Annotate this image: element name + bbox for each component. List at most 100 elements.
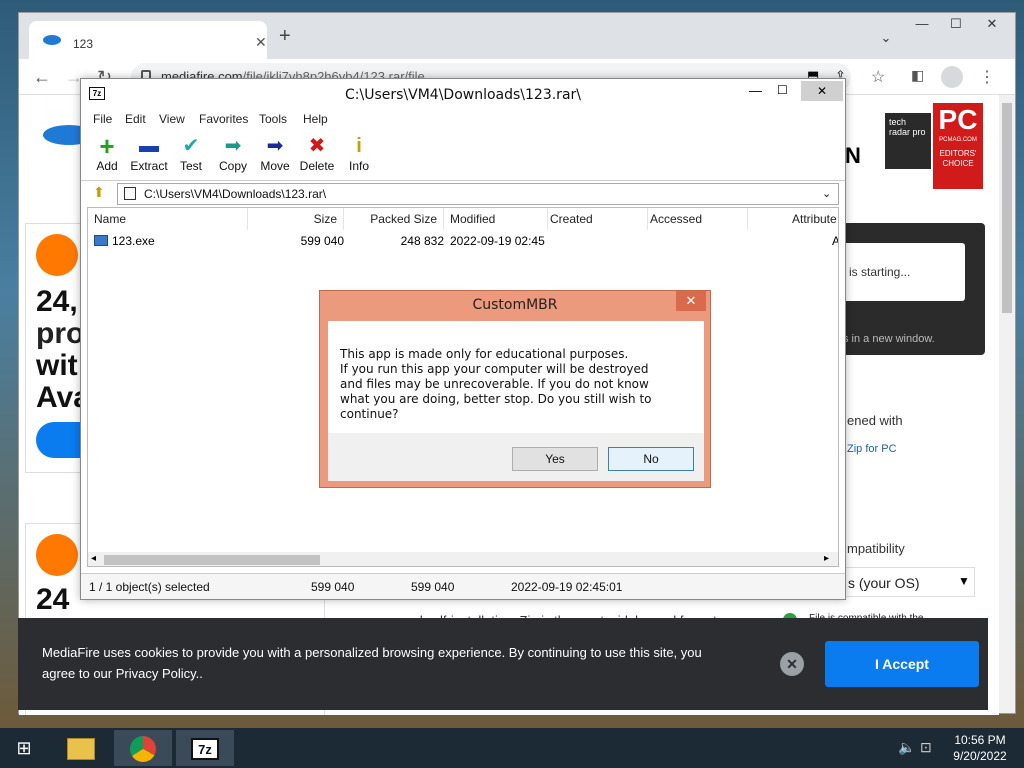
col-created[interactable]: Created: [550, 208, 648, 230]
page-scrollbar[interactable]: [999, 95, 1015, 713]
zip-for-pc-link[interactable]: Zip for PC: [847, 443, 897, 455]
sz-path-input[interactable]: C:\Users\VM4\Downloads\123.rar\ ⌄: [117, 183, 839, 205]
folder-up-icon[interactable]: ⬆: [93, 184, 105, 201]
dialog-button-bar: Yes No: [328, 433, 704, 481]
sz-maximize-button[interactable]: ☐: [777, 83, 788, 97]
tab-strip: 123 ✕ + ⌄ — ☐ ✕: [19, 13, 1015, 59]
status-size: 599 040: [311, 580, 355, 594]
chevron-down-icon: ▼: [958, 574, 970, 588]
col-modified[interactable]: Modified: [450, 208, 548, 230]
horizontal-scrollbar[interactable]: ◂ ▸: [88, 552, 838, 566]
ad-text-2: pro: [36, 317, 85, 350]
dialog-close-button[interactable]: ✕: [676, 291, 706, 311]
menu-favorites[interactable]: Favorites: [199, 112, 248, 126]
os-select-value: s (your OS): [848, 575, 920, 591]
col-packed-size[interactable]: Packed Size: [344, 208, 444, 230]
info-button[interactable]: i Info: [337, 133, 381, 173]
col-name[interactable]: Name: [94, 208, 248, 230]
new-tab-button[interactable]: +: [279, 25, 291, 48]
pcmag-badge: PC PCMAG.COM EDITORS' CHOICE: [933, 103, 983, 189]
dialog-message: This app is made only for educational pu…: [340, 347, 700, 422]
test-button[interactable]: ✔ Test: [169, 133, 213, 173]
add-icon: +: [99, 131, 115, 161]
profile-avatar-icon[interactable]: [941, 66, 963, 88]
exe-file-icon: [94, 235, 108, 246]
header-letter: N: [845, 143, 861, 168]
menu-edit[interactable]: Edit: [125, 112, 146, 126]
col-size[interactable]: Size: [248, 208, 344, 230]
yes-button[interactable]: Yes: [512, 447, 598, 471]
col-accessed[interactable]: Accessed: [650, 208, 748, 230]
editors-choice: EDITORS' CHOICE: [939, 149, 977, 168]
chevron-down-icon[interactable]: ⌄: [822, 184, 831, 204]
extract-button[interactable]: ▬ Extract: [127, 133, 171, 173]
start-windows-icon[interactable]: ⊞: [0, 730, 48, 766]
menu-file[interactable]: File: [93, 112, 112, 126]
maximize-button[interactable]: ☐: [939, 13, 973, 37]
move-button[interactable]: ➡ Move: [253, 133, 297, 173]
network-icon[interactable]: ⊡: [920, 739, 932, 756]
menu-view[interactable]: View: [159, 112, 185, 126]
clock-time: 10:56 PM: [954, 733, 1006, 747]
scroll-right-icon[interactable]: ▸: [824, 553, 829, 564]
minimize-button[interactable]: —: [905, 13, 939, 37]
dialog-body: This app is made only for educational pu…: [328, 321, 704, 481]
tab-search-icon[interactable]: ⌄: [869, 27, 903, 51]
starting-text: is starting...: [849, 265, 911, 279]
chrome-taskbar-icon[interactable]: [114, 730, 172, 766]
avast-logo-icon: [36, 234, 78, 276]
extract-icon: ▬: [139, 135, 159, 157]
copy-icon: ➡: [224, 135, 242, 157]
sevenzip-menubar: File Edit View Favorites Tools Help: [81, 109, 845, 129]
copy-button[interactable]: ➡ Copy: [211, 133, 255, 173]
scroll-left-icon[interactable]: ◂: [91, 553, 96, 564]
back-arrow-icon[interactable]: ←: [33, 67, 51, 88]
opened-with-text: ened with: [847, 413, 903, 428]
no-button[interactable]: No: [608, 447, 694, 471]
file-size: 599 040: [300, 234, 344, 248]
starting-panel: is starting...: [843, 243, 965, 301]
status-selected: 1 / 1 object(s) selected: [89, 580, 210, 594]
side-panel-icon[interactable]: ◧: [911, 67, 924, 84]
close-button[interactable]: ✕: [975, 13, 1009, 37]
menu-help[interactable]: Help: [303, 112, 328, 126]
file-attribute: A: [832, 234, 838, 248]
sevenzip-addressbar: ⬆ C:\Users\VM4\Downloads\123.rar\ ⌄: [87, 183, 839, 205]
sevenzip-taskbar-icon[interactable]: 7z: [176, 730, 234, 766]
scrollbar-thumb[interactable]: [1002, 103, 1012, 313]
message-line-4: what you are doing, better stop. Do you …: [340, 392, 652, 421]
cookie-close-icon[interactable]: ✕: [780, 652, 804, 676]
os-select[interactable]: s (your OS) ▼: [843, 567, 975, 597]
archive-icon: [124, 187, 136, 200]
menu-kebab-icon[interactable]: ⋮: [979, 67, 995, 87]
add-button[interactable]: + Add: [85, 133, 129, 173]
ad-text-5: 24: [36, 583, 70, 616]
ad-cta-button[interactable]: [36, 422, 86, 458]
table-row[interactable]: 123.exe 599 040 248 832 2022-09-19 02:45…: [88, 232, 838, 250]
status-packed: 599 040: [411, 580, 455, 594]
cookie-banner: MediaFire uses cookies to provide you wi…: [18, 618, 988, 710]
speaker-muted-icon[interactable]: 🔈: [898, 739, 915, 756]
pcmag-url: PCMAG.COM: [939, 137, 977, 143]
bookmark-star-icon[interactable]: ☆: [871, 67, 885, 87]
file-explorer-icon[interactable]: [52, 730, 110, 766]
compatibility-text: mpatibility: [847, 541, 905, 556]
tab-close-icon[interactable]: ✕: [255, 34, 267, 51]
clock-date: 9/20/2022: [953, 749, 1007, 763]
taskbar: ⊞ 7z 🔈 ⊡ 10:56 PM 9/20/2022: [0, 728, 1024, 768]
col-attribute[interactable]: Attribute: [792, 208, 838, 230]
custommbr-dialog: CustomMBR ✕ This app is made only for ed…: [319, 290, 711, 488]
menu-tools[interactable]: Tools: [259, 112, 287, 126]
download-status-box: is starting... s in a new window.: [843, 223, 985, 355]
tab-title: 123: [73, 37, 94, 51]
test-icon: ✔: [182, 135, 200, 157]
browser-tab[interactable]: 123 ✕: [29, 21, 267, 59]
taskbar-clock[interactable]: 10:56 PM 9/20/2022: [940, 732, 1020, 764]
avast-ad-top[interactable]: 24, pro wit Ava: [25, 223, 90, 473]
accept-cookies-button[interactable]: I Accept: [825, 641, 979, 687]
sz-close-button[interactable]: ✕: [801, 81, 843, 101]
delete-button[interactable]: ✖ Delete: [295, 133, 339, 173]
sz-minimize-button[interactable]: —: [749, 83, 762, 98]
move-icon: ➡: [266, 135, 284, 157]
hscroll-thumb[interactable]: [104, 555, 320, 565]
